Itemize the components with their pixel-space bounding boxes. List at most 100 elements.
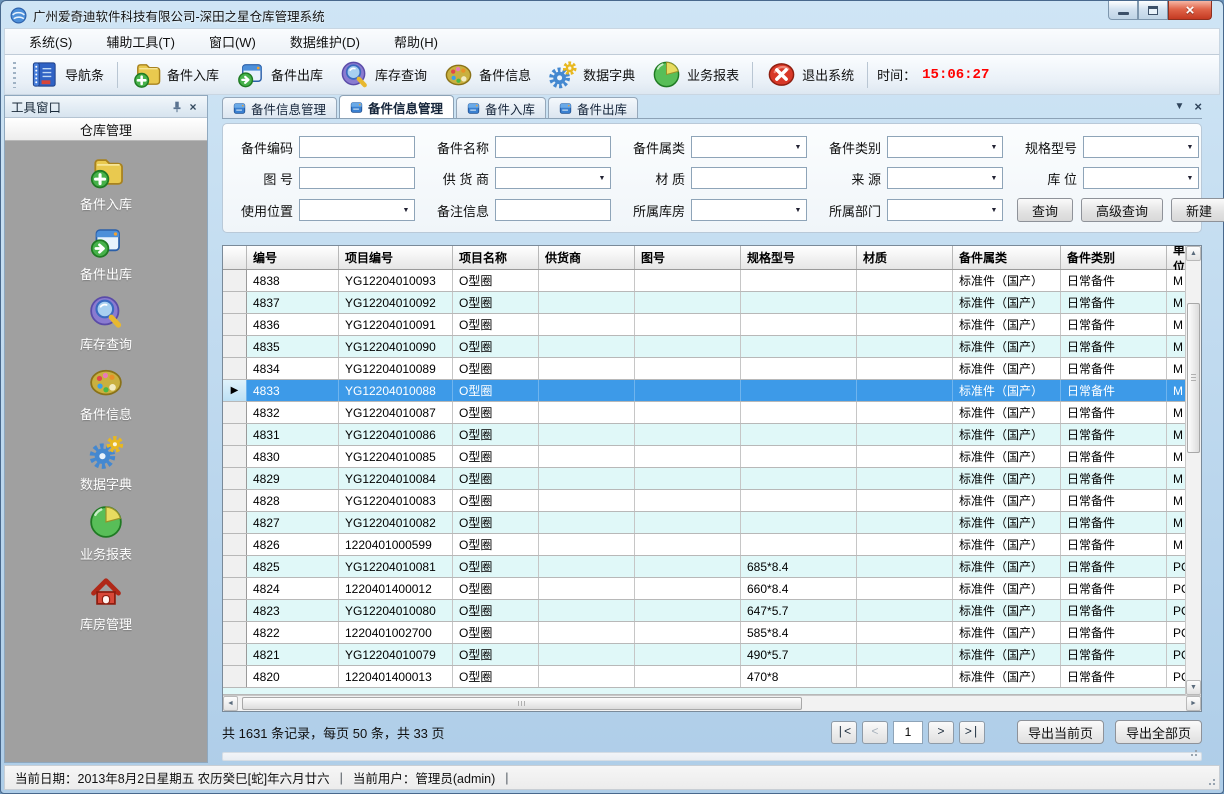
toolbar-business-report[interactable]: 业务报表 [643, 56, 747, 93]
prev-page-button[interactable]: < [862, 721, 888, 744]
supplier-select[interactable]: ▼ [495, 167, 611, 189]
table-row[interactable]: 48241220401400012O型圈660*8.4标准件（国产）日常备件PC [223, 578, 1185, 600]
sidebar-group-header[interactable]: 仓库管理 [5, 118, 207, 141]
source-select[interactable]: ▼ [887, 167, 1003, 189]
resize-grip-icon[interactable] [1188, 747, 1198, 757]
query-button[interactable]: 查询 [1017, 198, 1073, 222]
drawing-no-input[interactable] [299, 167, 415, 189]
column-header-8[interactable]: 备件属类 [953, 246, 1061, 269]
row-selector[interactable] [223, 446, 247, 467]
row-selector[interactable] [223, 600, 247, 621]
sidebar-item-warehouse-mgmt[interactable]: 库房管理 [5, 573, 207, 633]
tab-parts-outbound[interactable]: 备件出库 [548, 97, 638, 118]
first-page-button[interactable]: |< [831, 721, 857, 744]
column-header-2[interactable]: 项目编号 [339, 246, 453, 269]
menu-data-maintenance[interactable]: 数据维护(D) [280, 28, 370, 55]
row-selector[interactable] [223, 490, 247, 511]
column-header-5[interactable]: 图号 [635, 246, 741, 269]
vertical-scrollbar-thumb[interactable] [1187, 303, 1200, 453]
menu-system[interactable]: 系统(S) [19, 28, 82, 55]
material-input[interactable] [691, 167, 807, 189]
location-select[interactable]: ▼ [1083, 167, 1199, 189]
maximize-button[interactable] [1138, 1, 1168, 20]
table-row[interactable]: ▶4833YG12204010088O型圈标准件（国产）日常备件M [223, 380, 1185, 402]
table-row[interactable]: 4836YG12204010091O型圈标准件（国产）日常备件M [223, 314, 1185, 336]
row-selector[interactable] [223, 358, 247, 379]
row-selector[interactable] [223, 512, 247, 533]
table-row[interactable]: 4825YG12204010081O型圈685*8.4标准件（国产）日常备件PC [223, 556, 1185, 578]
page-number-input[interactable] [893, 721, 923, 744]
table-row[interactable]: 4837YG12204010092O型圈标准件（国产）日常备件M [223, 292, 1185, 314]
close-button[interactable]: × [1168, 1, 1212, 20]
table-row[interactable]: 4832YG12204010087O型圈标准件（国产）日常备件M [223, 402, 1185, 424]
scroll-down-icon[interactable]: ▼ [1186, 680, 1201, 695]
table-row[interactable]: 4835YG12204010090O型圈标准件（国产）日常备件M [223, 336, 1185, 358]
spec-model-select[interactable]: ▼ [1083, 136, 1199, 158]
toolbar-navigator[interactable]: 导航条 [21, 56, 112, 93]
toolbar-parts-inbound[interactable]: 备件入库 [123, 56, 227, 93]
tab-close-icon[interactable]: × [1194, 99, 1202, 114]
row-selector[interactable] [223, 468, 247, 489]
scroll-right-icon[interactable]: ► [1186, 696, 1201, 711]
table-row[interactable]: 4834YG12204010089O型圈标准件（国产）日常备件M [223, 358, 1185, 380]
row-selector[interactable] [223, 270, 247, 291]
sidebar-item-data-dictionary[interactable]: 数据字典 [5, 433, 207, 493]
tool-window-close-button[interactable]: × [185, 99, 201, 115]
column-header-1[interactable]: 编号 [247, 246, 339, 269]
toolbar-parts-outbound[interactable]: 备件出库 [227, 56, 331, 93]
menu-window[interactable]: 窗口(W) [199, 28, 266, 55]
column-header-7[interactable]: 材质 [857, 246, 953, 269]
column-header-3[interactable]: 项目名称 [453, 246, 539, 269]
part-name-input[interactable] [495, 136, 611, 158]
next-page-button[interactable]: > [928, 721, 954, 744]
sidebar-item-stock-query[interactable]: 库存查询 [5, 293, 207, 353]
table-row[interactable]: 4828YG12204010083O型圈标准件（国产）日常备件M [223, 490, 1185, 512]
table-row[interactable]: 48261220401000599O型圈标准件（国产）日常备件M [223, 534, 1185, 556]
table-row[interactable]: 4829YG12204010084O型圈标准件（国产）日常备件M [223, 468, 1185, 490]
export-all-pages-button[interactable]: 导出全部页 [1115, 720, 1202, 744]
scroll-left-icon[interactable]: ◄ [223, 696, 238, 711]
part-code-input[interactable] [299, 136, 415, 158]
row-selector[interactable] [223, 292, 247, 313]
toolbar-parts-info[interactable]: 备件信息 [435, 56, 539, 93]
remark-input[interactable] [495, 199, 611, 221]
row-selector-header[interactable] [223, 246, 247, 269]
minimize-button[interactable] [1108, 1, 1138, 20]
row-selector[interactable] [223, 644, 247, 665]
sidebar-item-parts-inbound[interactable]: 备件入库 [5, 153, 207, 213]
advanced-query-button[interactable]: 高级查询 [1081, 198, 1163, 222]
table-row[interactable]: 4821YG12204010079O型圈490*5.7标准件（国产）日常备件PC [223, 644, 1185, 666]
resize-grip-icon[interactable] [1206, 776, 1216, 786]
export-current-page-button[interactable]: 导出当前页 [1017, 720, 1104, 744]
row-selector[interactable] [223, 336, 247, 357]
table-row[interactable]: 4827YG12204010082O型圈标准件（国产）日常备件M [223, 512, 1185, 534]
toolbar-grip[interactable] [13, 62, 16, 88]
sidebar-item-parts-info[interactable]: 备件信息 [5, 363, 207, 423]
department-select[interactable]: ▼ [887, 199, 1003, 221]
column-header-4[interactable]: 供货商 [539, 246, 635, 269]
last-page-button[interactable]: >| [959, 721, 985, 744]
usage-position-select[interactable]: ▼ [299, 199, 415, 221]
tab-parts-info-mgmt-1[interactable]: 备件信息管理 [222, 97, 337, 118]
row-selector[interactable] [223, 556, 247, 577]
scroll-up-icon[interactable]: ▲ [1186, 246, 1201, 261]
toolbar-data-dictionary[interactable]: 数据字典 [539, 56, 643, 93]
part-type-select[interactable]: ▼ [887, 136, 1003, 158]
horizontal-scrollbar[interactable]: ◄ ► [223, 695, 1201, 711]
tab-parts-info-mgmt-2-active[interactable]: 备件信息管理 [339, 95, 454, 118]
row-selector[interactable] [223, 424, 247, 445]
table-row[interactable]: 4823YG12204010080O型圈647*5.7标准件（国产）日常备件PC [223, 600, 1185, 622]
column-header-9[interactable]: 备件类别 [1061, 246, 1167, 269]
row-selector[interactable] [223, 402, 247, 423]
sidebar-item-business-report[interactable]: 业务报表 [5, 503, 207, 563]
new-button[interactable]: 新建 [1171, 198, 1224, 222]
row-selector[interactable] [223, 622, 247, 643]
vertical-scrollbar[interactable]: ▲ ▼ [1185, 246, 1201, 695]
row-selector[interactable]: ▶ [223, 380, 247, 401]
menu-help[interactable]: 帮助(H) [384, 28, 448, 55]
toolbar-exit-system[interactable]: 退出系统 [758, 56, 862, 93]
tab-parts-inbound[interactable]: 备件入库 [456, 97, 546, 118]
sidebar-item-parts-outbound[interactable]: 备件出库 [5, 223, 207, 283]
row-selector[interactable] [223, 578, 247, 599]
table-row[interactable]: 4838YG12204010093O型圈标准件（国产）日常备件M [223, 270, 1185, 292]
